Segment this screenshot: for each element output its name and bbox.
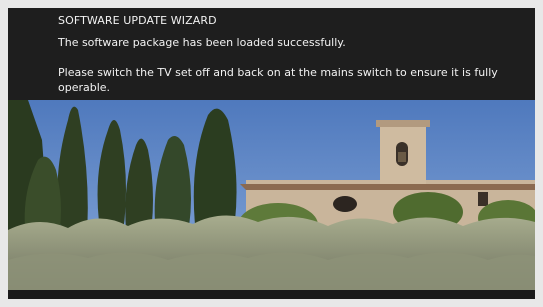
wizard-header-panel: SOFTWARE UPDATE WIZARD The software pack… — [8, 8, 535, 100]
bottom-bar — [8, 290, 535, 299]
success-message: The software package has been loaded suc… — [58, 36, 346, 49]
wizard-title: SOFTWARE UPDATE WIZARD — [58, 14, 217, 27]
tv-screen: SOFTWARE UPDATE WIZARD The software pack… — [8, 8, 535, 299]
background-landscape-image — [8, 100, 535, 290]
instruction-message: Please switch the TV set off and back on… — [58, 66, 498, 94]
olive-bushes — [8, 215, 535, 290]
